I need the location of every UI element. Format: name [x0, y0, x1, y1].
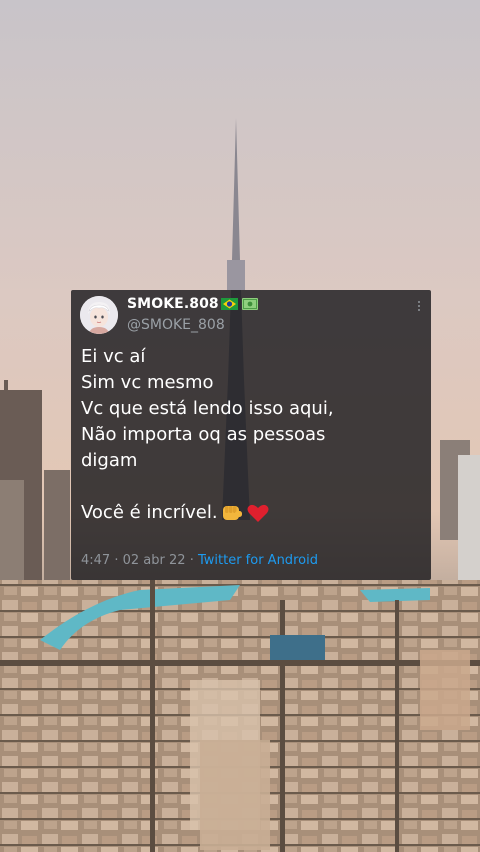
user-handle[interactable]: @SMOKE_808 [127, 317, 225, 333]
heart-icon [247, 504, 269, 522]
tweet-line: Ei vc aí [81, 346, 146, 367]
meta-separator: · [189, 553, 194, 568]
brazil-flag-icon [220, 298, 238, 310]
closing-text: Você é incrível. [81, 502, 218, 523]
tweet-line: Não importa oq as pessoas [81, 424, 326, 445]
tweet-card[interactable]: SMOKE.808 @SMOKE_808 Ei vc aí Sim vc mes… [71, 290, 431, 580]
tweet-source-link[interactable]: Twitter for Android [198, 553, 318, 568]
tweet-date: 02 abr 22 [122, 553, 186, 568]
avatar-image [80, 296, 118, 334]
line-spacer [81, 474, 421, 500]
avatar[interactable] [80, 296, 118, 334]
more-options-icon[interactable] [417, 300, 421, 314]
money-icon [241, 298, 258, 310]
display-name-row: SMOKE.808 [127, 294, 259, 314]
fist-icon [222, 506, 242, 520]
tweet-closing-line: Você é incrível. [81, 500, 421, 526]
tweet-meta: 4:47 · 02 abr 22 · Twitter for Android [81, 553, 318, 568]
display-name[interactable]: SMOKE.808 [127, 296, 219, 312]
tweet-line: Vc que está lendo isso aqui, [81, 398, 334, 419]
meta-separator: · [114, 553, 119, 568]
tweet-text: Ei vc aí Sim vc mesmo Vc que está lendo … [81, 344, 421, 526]
tweet-line: Sim vc mesmo [81, 372, 214, 393]
tweet-line: digam [81, 450, 138, 471]
tweet-time: 4:47 [81, 553, 111, 568]
